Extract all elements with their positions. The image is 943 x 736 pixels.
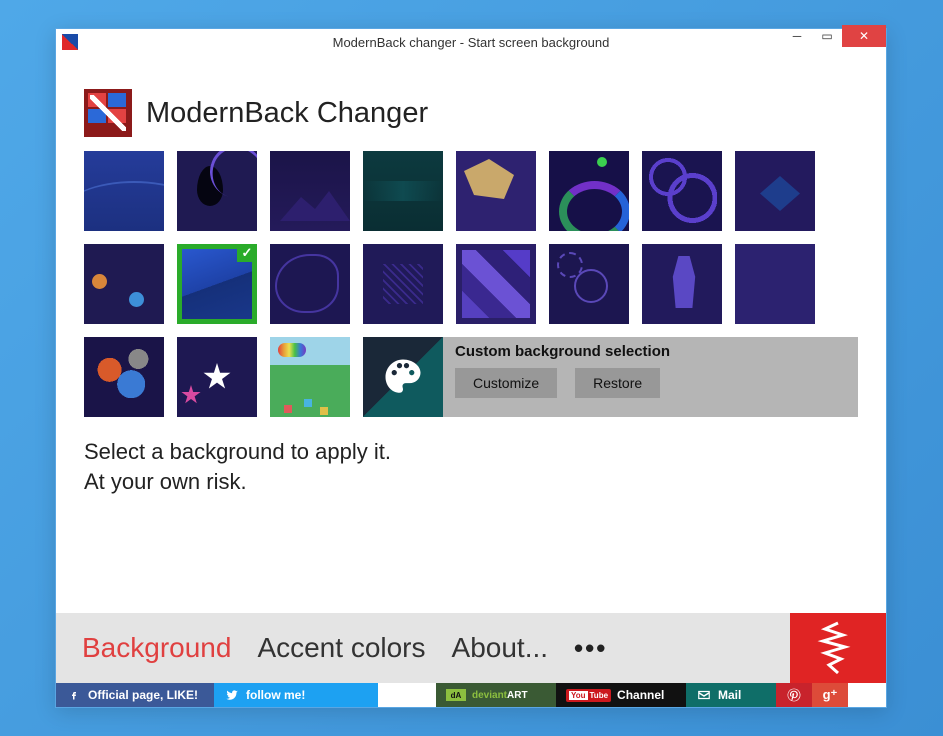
deviantart-icon: dA: [446, 689, 466, 701]
social-fb-label: Official page, LIKE!: [88, 688, 198, 702]
bg-thumb-10-selected[interactable]: [177, 244, 257, 324]
bg-thumb-9[interactable]: [84, 244, 164, 324]
bg-thumb-12[interactable]: [363, 244, 443, 324]
social-pinterest[interactable]: [776, 683, 812, 707]
bg-thumb-14[interactable]: [549, 244, 629, 324]
bg-thumb-5[interactable]: [456, 151, 536, 231]
custom-panel: Custom background selection Customize Re…: [363, 337, 858, 417]
bg-thumb-18[interactable]: [177, 337, 257, 417]
content-area: ModernBack Changer: [56, 55, 886, 496]
brand-badge[interactable]: [790, 613, 886, 683]
more-button[interactable]: •••: [574, 633, 607, 664]
social-yt-label: Channel: [617, 688, 664, 702]
social-mail[interactable]: Mail: [686, 683, 776, 707]
social-gap: [378, 683, 436, 707]
bg-thumb-19[interactable]: [270, 337, 350, 417]
bg-thumb-8[interactable]: [735, 151, 815, 231]
bg-thumb-4[interactable]: [363, 151, 443, 231]
bg-thumb-17[interactable]: [84, 337, 164, 417]
bg-thumb-11[interactable]: [270, 244, 350, 324]
window-title: ModernBack changer - Start screen backgr…: [56, 35, 886, 50]
bg-thumb-13[interactable]: [456, 244, 536, 324]
bg-thumb-2[interactable]: [177, 151, 257, 231]
bg-thumb-6[interactable]: [549, 151, 629, 231]
titlebar: ModernBack changer - Start screen backgr…: [56, 29, 886, 55]
bg-thumb-16[interactable]: [735, 244, 815, 324]
custom-title: Custom background selection: [455, 343, 846, 360]
minimize-button[interactable]: ─: [782, 25, 812, 47]
bottom-nav: Background Accent colors About... •••: [56, 613, 886, 683]
social-tw-label: follow me!: [246, 688, 305, 702]
tab-background[interactable]: Background: [82, 632, 231, 664]
tab-about[interactable]: About...: [452, 632, 549, 664]
info-line-1: Select a background to apply it.: [84, 437, 858, 467]
social-mail-label: Mail: [718, 688, 741, 702]
bg-thumb-15[interactable]: [642, 244, 722, 324]
restore-button[interactable]: Restore: [575, 368, 660, 398]
social-facebook[interactable]: Official page, LIKE!: [56, 683, 214, 707]
background-grid: Custom background selection Customize Re…: [84, 151, 858, 417]
app-header: ModernBack Changer: [84, 89, 858, 137]
app-logo-icon: [84, 89, 132, 137]
twitter-icon: [224, 687, 240, 703]
app-window: ModernBack changer - Start screen backgr…: [55, 28, 887, 708]
youtube-icon: YouTube: [566, 689, 611, 702]
social-googleplus[interactable]: g⁺: [812, 683, 848, 707]
window-controls: ─ ▭ ✕: [782, 25, 886, 47]
facebook-icon: [66, 687, 82, 703]
mail-icon: [696, 687, 712, 703]
bg-thumb-1[interactable]: [84, 151, 164, 231]
social-bar: Official page, LIKE! follow me! dA devia…: [56, 683, 886, 707]
info-line-2: At your own risk.: [84, 467, 858, 497]
info-text: Select a background to apply it. At your…: [84, 437, 858, 496]
maximize-button[interactable]: ▭: [812, 25, 842, 47]
deviantart-label: deviantART: [472, 690, 528, 701]
bg-thumb-7[interactable]: [642, 151, 722, 231]
custom-body: Custom background selection Customize Re…: [443, 337, 858, 417]
bg-thumb-3[interactable]: [270, 151, 350, 231]
customize-button[interactable]: Customize: [455, 368, 557, 398]
social-deviantart[interactable]: dA deviantART: [436, 683, 556, 707]
palette-icon: [363, 337, 443, 417]
close-button[interactable]: ✕: [842, 25, 886, 47]
tab-accent-colors[interactable]: Accent colors: [257, 632, 425, 664]
pinterest-icon: [786, 687, 802, 703]
app-icon-small: [62, 34, 78, 50]
app-title: ModernBack Changer: [146, 97, 428, 130]
social-twitter[interactable]: follow me!: [214, 683, 378, 707]
social-youtube[interactable]: YouTube Channel: [556, 683, 686, 707]
googleplus-icon: g⁺: [822, 687, 838, 703]
